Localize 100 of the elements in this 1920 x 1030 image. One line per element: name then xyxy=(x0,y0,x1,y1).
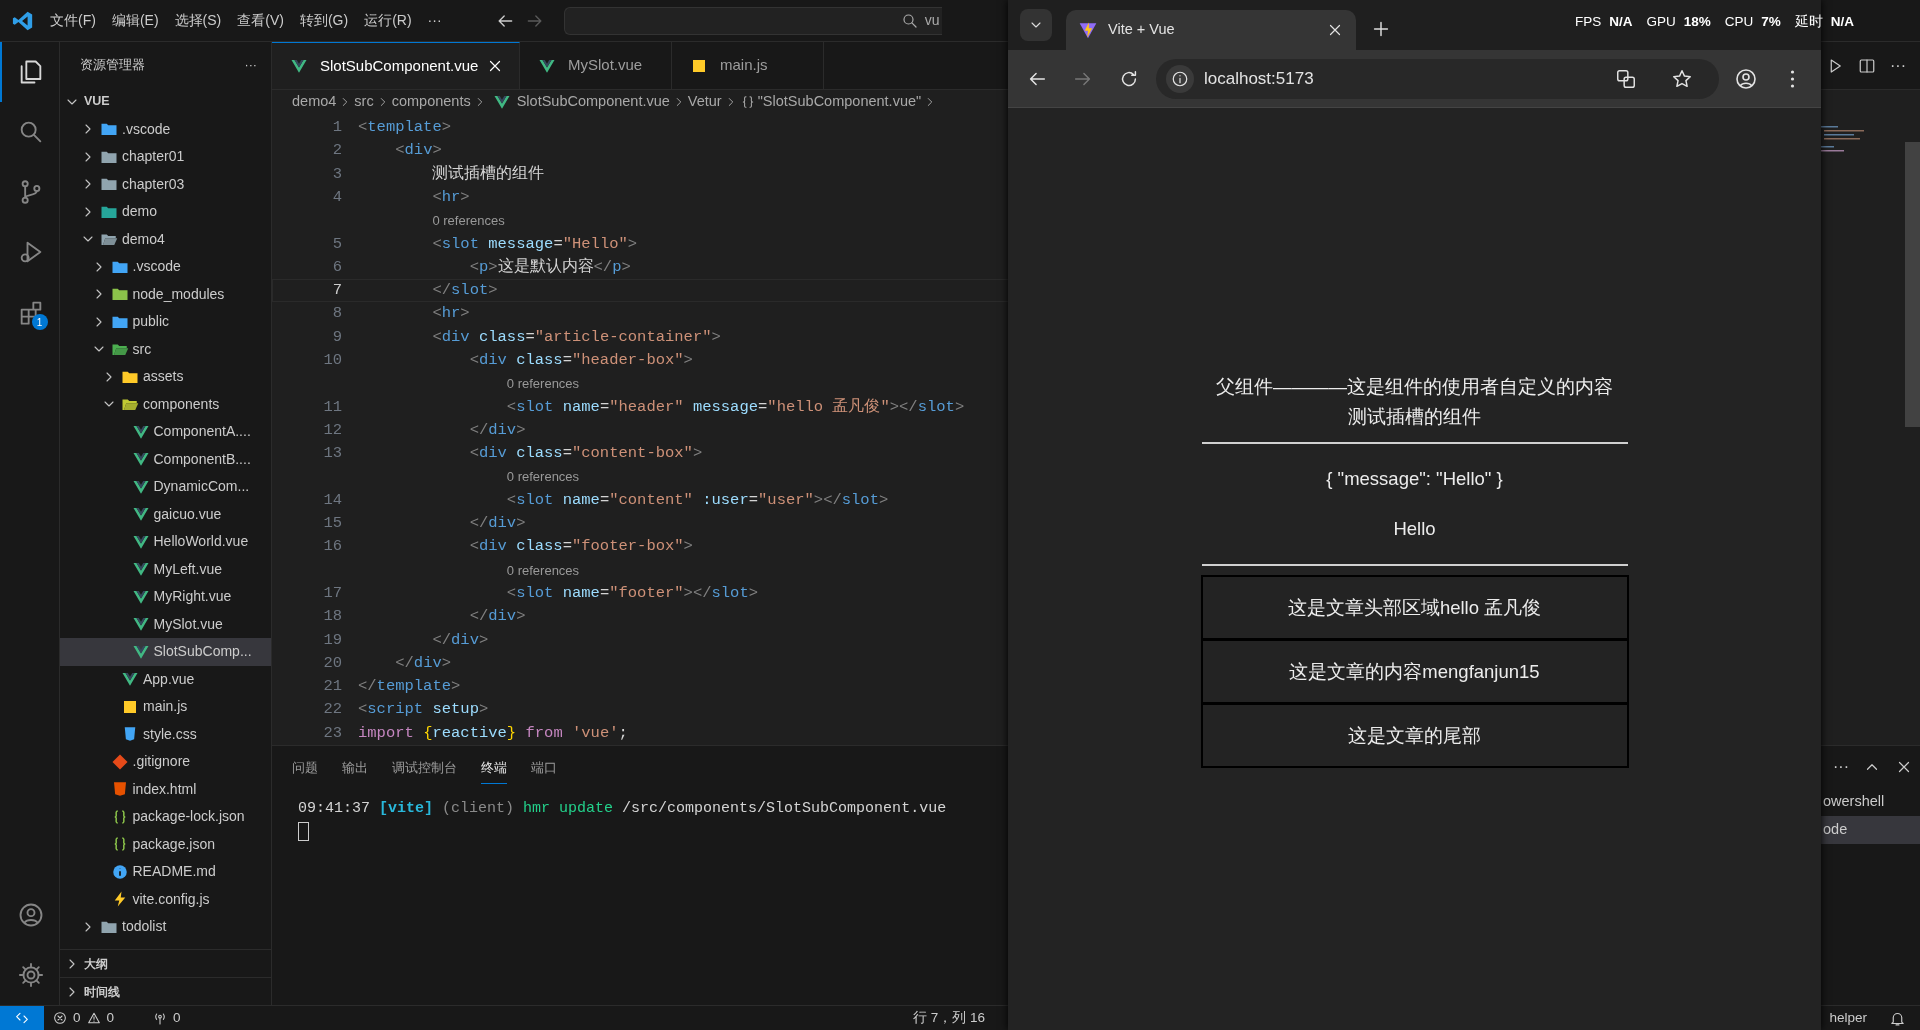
tree-item[interactable]: chapter01 xyxy=(60,143,271,171)
code-lens-link[interactable]: 0 references xyxy=(506,374,580,394)
problems-status[interactable]: 0 0 xyxy=(44,1007,123,1029)
tree-item[interactable]: assets xyxy=(60,363,271,391)
activity-tab[interactable]: 1 xyxy=(0,282,60,342)
tree-item[interactable]: MySlot.vue xyxy=(60,610,271,638)
line-number: 23 xyxy=(322,722,342,744)
tree-item[interactable]: gaicuo.vue xyxy=(60,500,271,528)
breadcrumb[interactable]: components xyxy=(391,91,471,113)
code-line: import {reactive} from 'vue'; xyxy=(358,722,628,744)
tree-item[interactable]: package.json xyxy=(60,830,271,858)
tree-item[interactable]: todolist xyxy=(60,913,271,941)
panel-tab[interactable]: 终端 xyxy=(481,758,507,784)
line-number: 1 xyxy=(331,117,342,138)
tree-item[interactable]: HelloWorld.vue xyxy=(60,528,271,556)
address-bar[interactable]: localhost:5173 xyxy=(1156,58,1719,99)
line-number: 6 xyxy=(331,256,342,278)
tree-item[interactable]: MyRight.vue xyxy=(60,583,271,611)
breadcrumb[interactable]: Vetur xyxy=(687,91,722,113)
tree-item[interactable]: DynamicCom... xyxy=(60,473,271,501)
tree-item[interactable]: App.vue xyxy=(60,665,271,693)
translate-icon[interactable] xyxy=(1615,67,1637,90)
stat-readout: 延时 N/A xyxy=(1794,13,1855,31)
code-line: <slot name="footer"></slot> xyxy=(506,582,759,604)
tree-item[interactable]: vite.config.js xyxy=(60,885,271,913)
tree-item[interactable]: ComponentA.... xyxy=(60,418,271,446)
menu-item[interactable]: 转到(G) xyxy=(291,10,357,31)
tree-item[interactable]: .gitignore xyxy=(60,748,271,776)
line-number: 5 xyxy=(331,233,342,255)
tree-item[interactable]: components xyxy=(60,390,271,418)
panel-title: 资源管理器 xyxy=(80,56,145,74)
tree-item[interactable]: node_modules xyxy=(60,280,271,308)
folder-header[interactable]: VUE xyxy=(60,88,271,116)
tree-item[interactable]: style.css xyxy=(60,720,271,748)
tree-item[interactable]: .vscode xyxy=(60,253,271,281)
code-line: <slot name="header" message="hello 孟凡俊"></slot> xyxy=(506,396,965,418)
line-number: 2 xyxy=(331,140,342,162)
menu-item[interactable]: 编辑(E) xyxy=(103,10,167,31)
line-number: 9 xyxy=(331,326,342,348)
menu-item[interactable]: 文件(F) xyxy=(42,10,104,31)
tab-list-button[interactable] xyxy=(1020,9,1052,41)
info-icon[interactable] xyxy=(1171,69,1189,88)
tree-item[interactable]: demo xyxy=(60,198,271,226)
triangle-logo-icon xyxy=(1078,20,1098,40)
code-line: <div class="content-box"> xyxy=(469,443,703,465)
panel-tab[interactable]: 输出 xyxy=(342,758,368,784)
browser-tab[interactable]: Vite + Vue xyxy=(1066,10,1356,50)
terminal-line: 09:41:37 [vite] (client) hmr update /src/components/SlotSubComponent.vue xyxy=(298,798,947,819)
ports-status[interactable]: 0 xyxy=(144,1007,189,1029)
line-number: 3 xyxy=(331,163,342,185)
tree-item[interactable]: package-lock.json xyxy=(60,803,271,831)
scrollbar[interactable] xyxy=(1905,142,1920,427)
section-header[interactable]: 大纲 xyxy=(60,949,271,977)
cursor-position[interactable]: 行 7，列 16 xyxy=(905,1007,994,1029)
panel-tab[interactable]: 问题 xyxy=(292,758,318,784)
json-text: { "message": "Hello" } xyxy=(1325,467,1504,491)
breadcrumb[interactable]: src xyxy=(354,91,374,113)
code-line: 测试插槽的组件 xyxy=(432,163,545,185)
code-line: </div> xyxy=(432,629,489,651)
more-button[interactable]: ··· xyxy=(1890,53,1906,78)
tree-item[interactable]: SlotSubComp... xyxy=(60,638,271,666)
status-item[interactable]: helper xyxy=(1821,1007,1875,1029)
tree-item[interactable]: index.html xyxy=(60,775,271,803)
breadcrumb[interactable]: SlotSubComponent.vue xyxy=(516,91,670,113)
line-number: 16 xyxy=(322,536,342,558)
menu-item[interactable]: 查看(V) xyxy=(229,10,292,31)
breadcrumb[interactable]: "SlotSubComponent.vue" xyxy=(757,91,922,113)
panel-tab[interactable]: 端口 xyxy=(531,758,557,784)
search-icon xyxy=(900,11,919,30)
tree-item[interactable]: demo4 xyxy=(60,225,271,253)
tree-item[interactable]: src xyxy=(60,335,271,363)
code-lens-link[interactable]: 0 references xyxy=(432,211,505,231)
remote-icon xyxy=(14,1010,30,1026)
code-lens-link[interactable]: 0 references xyxy=(506,560,580,581)
tree-item[interactable]: main.js xyxy=(60,693,271,721)
menu-item[interactable]: 运行(R) xyxy=(356,10,420,31)
code-line: <div class="footer-box"> xyxy=(469,536,693,558)
star-icon[interactable] xyxy=(1671,67,1693,90)
tree-item[interactable]: public xyxy=(60,308,271,336)
port-count: 0 xyxy=(173,1008,181,1027)
tree-item[interactable]: ComponentB.... xyxy=(60,445,271,473)
tree-item[interactable]: chapter03 xyxy=(60,170,271,198)
remote-button[interactable] xyxy=(0,1005,44,1030)
terminal-item[interactable]: ode xyxy=(1820,816,1920,844)
more-menu[interactable]: ··· xyxy=(419,10,450,31)
tree-item[interactable]: MyLeft.vue xyxy=(60,555,271,583)
menu-item[interactable]: 选择(S) xyxy=(166,10,230,31)
more-button[interactable]: ··· xyxy=(1833,755,1849,779)
tree-item[interactable]: .vscode xyxy=(60,115,271,143)
terminal-item[interactable]: owershell xyxy=(1820,788,1920,816)
editor-tab[interactable]: SlotSubComponent.vue xyxy=(272,42,520,89)
code-line: <div class="article-container"> xyxy=(432,326,721,348)
split-editor-icon[interactable] xyxy=(1858,56,1876,75)
breadcrumb[interactable]: demo4 xyxy=(292,91,337,113)
panel-tab[interactable]: 调试控制台 xyxy=(392,758,457,784)
code-lens-link[interactable]: 0 references xyxy=(506,467,580,487)
more-button[interactable]: ··· xyxy=(244,55,257,75)
tree-item[interactable]: README.md xyxy=(60,858,271,886)
search-field[interactable]: vu xyxy=(563,6,942,35)
warning-icon xyxy=(85,1010,102,1026)
